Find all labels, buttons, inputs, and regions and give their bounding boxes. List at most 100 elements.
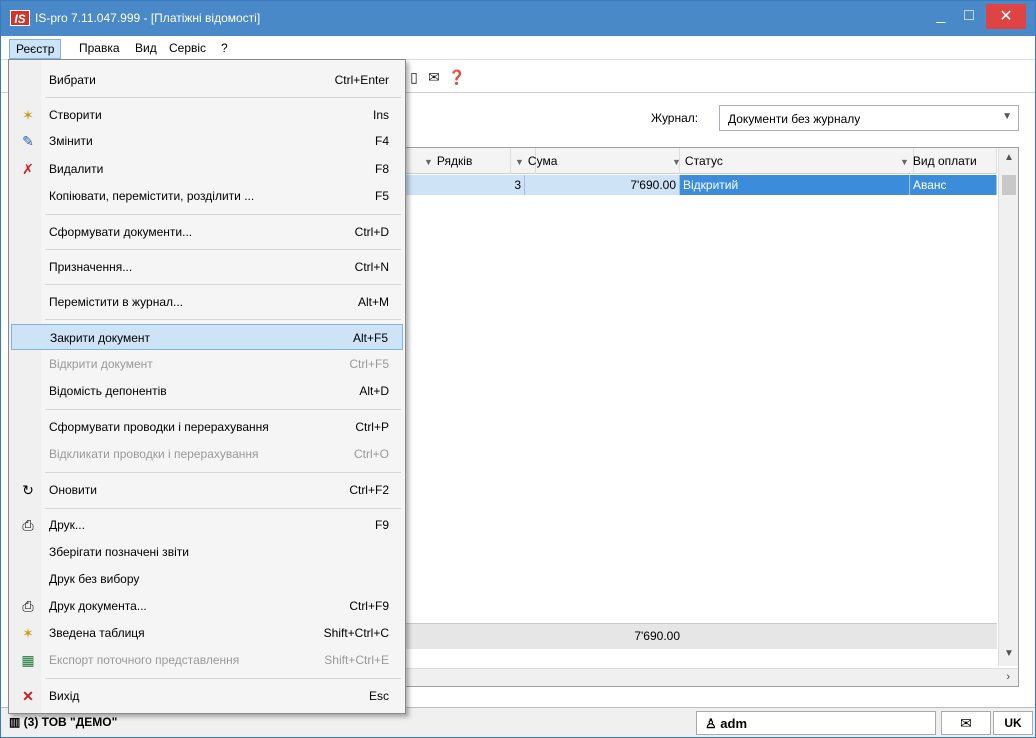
filter-icon[interactable]: ▼ [900, 157, 909, 167]
menu-item-shortcut: Ctrl+F9 [349, 599, 389, 613]
maximize-button[interactable]: □ [949, 1, 989, 31]
menu-item-shortcut: Esc [368, 689, 389, 703]
menu-item-copy-move-split[interactable]: Копіювати, перемістити, розділити ... F5 [11, 183, 403, 209]
refresh-icon: ↻ [22, 482, 34, 498]
vertical-scrollbar[interactable]: ▲ ▼ [998, 148, 1018, 666]
menu-separator [45, 97, 401, 98]
printer-icon: ⎙ [22, 517, 34, 533]
col-payment-type[interactable]: ▼ Вид оплати [896, 148, 997, 174]
excel-icon: ▦ [21, 652, 35, 668]
filter-icon[interactable]: ▼ [424, 157, 433, 167]
close-button[interactable]: ✕ [986, 4, 1026, 29]
help-icon[interactable]: ❓ [448, 68, 466, 86]
menu-item-label: Відомість депонентів [49, 384, 167, 398]
menu-item-generate-documents[interactable]: Сформувати документи... Ctrl+D [11, 219, 403, 245]
menu-item-label: Експорт поточного представлення [49, 653, 240, 667]
journal-value: Документи без журналу [728, 112, 861, 126]
menu-item-revoke-postings: Відкликати проводки і перерахування Ctrl… [11, 441, 403, 467]
registry-menu: Вибрати Ctrl+Enter ✶ Створити Ins ✎ Змін… [8, 59, 406, 714]
menu-service[interactable]: Сервіс [163, 39, 212, 59]
menu-item-move-to-journal[interactable]: Перемістити в журнал... Alt+M [11, 289, 403, 315]
menu-item-shortcut: Ctrl+P [355, 420, 389, 434]
menu-item-label: Відкрити документ [49, 357, 153, 371]
mail-icon[interactable]: ✉ [941, 711, 991, 735]
col-sum-label: Сума [527, 154, 558, 168]
menu-bar: Реєстр Правка Вид Сервіс ? [1, 36, 1035, 60]
menu-item-label: Змінити [49, 134, 93, 148]
menu-separator [45, 508, 401, 509]
menu-item-select[interactable]: Вибрати Ctrl+Enter [11, 67, 403, 93]
col-sum[interactable]: ▼ Сума [510, 148, 680, 174]
menu-item-label: Друк... [49, 518, 85, 532]
building-icon: ▥ [9, 715, 24, 729]
chevron-up-icon[interactable]: ▲ [1004, 152, 1014, 163]
col-status-label: Статус [684, 154, 723, 168]
menu-item-shortcut: Ctrl+N [354, 260, 389, 274]
menu-item-shortcut: Ins [372, 108, 389, 122]
menu-help[interactable]: ? [215, 39, 234, 59]
journal-select[interactable]: Документи без журналу ▼ [719, 105, 1019, 131]
menu-item-export-view: ▦ Експорт поточного представлення Shift+… [11, 647, 403, 673]
mail-icon[interactable]: ✉ [425, 68, 443, 86]
menu-item-depositors-statement[interactable]: Відомість депонентів Alt+D [11, 378, 403, 404]
col-payment-type-label: Вид оплати [912, 154, 977, 168]
menu-item-save-marked-reports[interactable]: Зберігати позначені звіти [11, 539, 403, 565]
menu-item-label: Перемістити в журнал... [49, 295, 184, 309]
menu-item-label: Закрити документ [50, 331, 151, 345]
menu-item-pivot-table[interactable]: ✶ Зведена таблиця Shift+Ctrl+C [11, 620, 403, 646]
menu-item-exit[interactable]: ✕ Вихід Esc [11, 683, 403, 709]
menu-item-label: Друк без вибору [49, 572, 140, 586]
menu-item-label: Вихід [49, 689, 80, 703]
menu-item-shortcut: Ctrl+F2 [349, 483, 389, 497]
print-doc-icon: ⎙ [22, 598, 34, 614]
menu-item-shortcut: F8 [374, 162, 389, 176]
exit-icon: ✕ [22, 688, 34, 704]
menu-item-assignment[interactable]: Призначення... Ctrl+N [11, 254, 403, 280]
menu-item-close-document[interactable]: Закрити документ Alt+F5 [11, 324, 403, 350]
chevron-down-icon[interactable]: ▼ [1004, 648, 1014, 659]
app-window: IS IS-pro 7.11.047.999 - [Платіжні відом… [0, 0, 1036, 738]
chevron-right-icon[interactable]: › [1006, 671, 1010, 683]
menu-item-label: Сформувати проводки і перерахування [49, 420, 269, 434]
menu-item-label: Копіювати, перемістити, розділити ... [49, 189, 255, 203]
organization-label: ▥ (3) ТОВ "ДЕМО" [9, 715, 117, 729]
filter-icon[interactable]: ▼ [515, 157, 524, 167]
language-indicator[interactable]: UK [993, 711, 1033, 735]
menu-item-print[interactable]: ⎙ Друк... F9 [11, 512, 403, 538]
menu-item-generate-postings[interactable]: Сформувати проводки і перерахування Ctrl… [11, 414, 403, 440]
menu-separator [45, 214, 401, 215]
menu-view[interactable]: Вид [129, 39, 163, 59]
menu-registry[interactable]: Реєстр [9, 39, 62, 59]
menu-item-refresh[interactable]: ↻ Оновити Ctrl+F2 [11, 477, 403, 503]
menu-item-shortcut: Ctrl+D [354, 225, 389, 239]
menu-item-shortcut: F5 [374, 189, 389, 203]
edit-doc-icon: ✎ [22, 133, 34, 149]
menu-edit[interactable]: Правка [73, 39, 126, 59]
menu-separator [45, 472, 401, 473]
menu-item-print-document[interactable]: ⎙ Друк документа... Ctrl+F9 [11, 593, 403, 619]
doc-icon[interactable]: ▯ [405, 68, 423, 86]
total-sum: 7'690.00 [634, 629, 680, 643]
menu-item-shortcut: Alt+M [357, 295, 389, 309]
menu-item-shortcut: Ctrl+Enter [334, 73, 389, 87]
user-icon: ♙ [705, 716, 721, 731]
menu-item-print-without-selection[interactable]: Друк без вибору [11, 566, 403, 592]
menu-item-create[interactable]: ✶ Створити Ins [11, 102, 403, 128]
menu-separator [45, 249, 401, 250]
menu-item-edit[interactable]: ✎ Змінити F4 [11, 128, 403, 154]
delete-doc-icon: ✗ [22, 161, 34, 177]
menu-item-open-document: Відкрити документ Ctrl+F5 [11, 351, 403, 377]
cell-status: Відкритий [680, 175, 910, 195]
menu-item-label: Зведена таблиця [49, 626, 145, 640]
user-name: adm [720, 716, 748, 731]
new-doc-icon: ✶ [22, 107, 34, 123]
menu-item-label: Вибрати [49, 73, 96, 87]
menu-item-shortcut: Alt+D [359, 384, 389, 398]
menu-item-delete[interactable]: ✗ Видалити F8 [11, 156, 403, 182]
menu-separator [45, 678, 401, 679]
menu-item-label: Відкликати проводки і перерахування [49, 447, 259, 461]
scroll-thumb[interactable] [1002, 175, 1016, 195]
filter-icon[interactable]: ▼ [672, 157, 681, 167]
col-rows-label: Рядків [436, 154, 473, 168]
col-status[interactable]: ▼ Статус [668, 148, 914, 174]
